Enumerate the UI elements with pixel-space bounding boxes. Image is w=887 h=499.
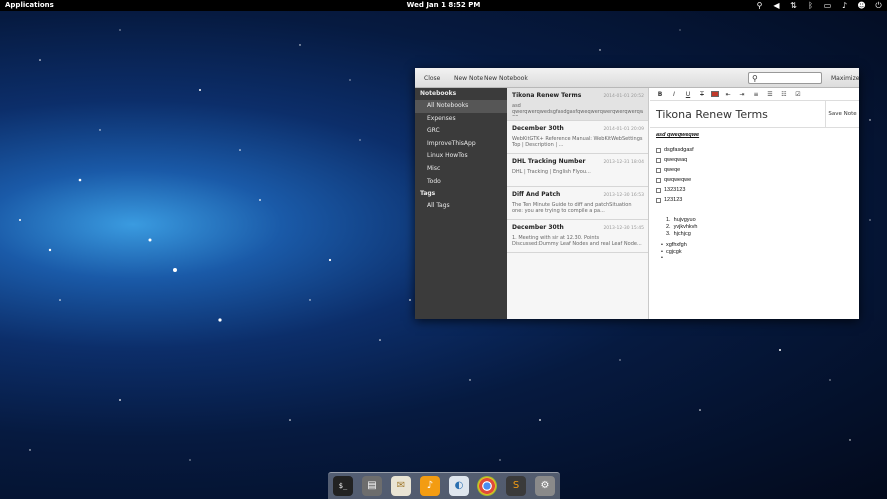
notification-icon[interactable]: ♪ — [840, 1, 849, 10]
note-date: 2014-01-01 20:52 — [603, 94, 644, 99]
battery-icon[interactable]: ▭ — [823, 1, 832, 10]
new-note-button[interactable]: New Note — [454, 75, 483, 82]
underline-button[interactable]: U — [683, 91, 693, 98]
note-body[interactable]: asd qweqweqwe dsgfasdgasf qweqwaq qweqe … — [650, 128, 859, 266]
checkbox[interactable] — [656, 147, 661, 153]
checklist-item: dsgfasdgasf — [656, 145, 853, 155]
checklist-text: 123123 — [664, 197, 683, 203]
chrome-icon[interactable] — [477, 476, 497, 496]
mail-icon[interactable]: ✉ — [391, 476, 411, 496]
maximize-button[interactable]: Maximize — [831, 75, 859, 82]
switchboard-icon[interactable]: ◐ — [449, 476, 469, 496]
ordered-item: 3. hjchjcg — [666, 231, 691, 237]
bullet-item — [661, 255, 853, 262]
note-date: 2013-12-31 18:04 — [603, 160, 644, 165]
note-snippet: The Ten Minute Guide to diff and patchSi… — [512, 202, 632, 214]
save-note-button[interactable]: Save Note — [825, 101, 859, 128]
note-snippet: 1. Meeting with sir at 12.30. Points Dis… — [512, 235, 642, 247]
checkbox[interactable] — [656, 157, 661, 163]
checklist-text: qweqwaq — [664, 157, 688, 163]
text-color-button[interactable] — [711, 91, 719, 97]
checklist-item: qweqe — [656, 165, 853, 175]
align-icon[interactable]: ≡ — [751, 91, 761, 98]
sidebar-item-all-notebooks[interactable]: All Notebooks — [415, 100, 507, 113]
indent-icon[interactable]: ⇥ — [737, 91, 747, 98]
list-item[interactable]: December 30th 2013-12-30 15:45 1. Meetin… — [507, 220, 648, 253]
music-icon[interactable]: ♪ — [420, 476, 440, 496]
strikethrough-button[interactable]: T — [697, 91, 707, 98]
clock[interactable]: Wed Jan 1 8:52 PM — [0, 0, 887, 11]
sidebar-item-todo[interactable]: Todo — [415, 176, 507, 189]
bullet-list-icon[interactable]: ☷ — [779, 91, 789, 98]
sidebar-item-expenses[interactable]: Expenses — [415, 113, 507, 126]
note-heading: asd qweqweqwe — [656, 132, 700, 138]
checklist-item: 1323123 — [656, 185, 853, 195]
volume-icon[interactable]: ◀ — [772, 1, 781, 10]
network-icon[interactable]: ⇅ — [789, 1, 798, 10]
note-date: 2014-01-01 20:09 — [603, 127, 644, 132]
bullet-list: xgfhxfgh cgjcgk — [656, 242, 853, 262]
notes-list: Tikona Renew Terms 2014-01-01 20:52 asd … — [507, 88, 649, 319]
settings-icon[interactable]: ⚙ — [535, 476, 555, 496]
checklist-item: qwqweqwe — [656, 175, 853, 185]
list-item[interactable]: December 30th 2014-01-01 20:09 WebKitGTK… — [507, 121, 648, 154]
checkbox[interactable] — [656, 167, 661, 173]
bold-button[interactable]: B — [655, 91, 665, 98]
checkbox[interactable] — [656, 177, 661, 183]
close-button[interactable]: Close — [424, 75, 440, 82]
note-snippet: WebKitGTK+ Reference Manual: WebKitWebSe… — [512, 136, 643, 148]
checklist-text: qwqweqwe — [664, 177, 692, 183]
checklist-text: 1323123 — [664, 187, 686, 193]
note-date: 2013-12-30 16:53 — [603, 193, 644, 198]
note-date: 2013-12-30 15:45 — [603, 226, 644, 231]
search-icon[interactable]: ⚲ — [755, 1, 764, 10]
terminal-icon[interactable]: $_ — [333, 476, 353, 496]
note-snippet: DHL | Tracking | English Flyou... — [512, 169, 591, 175]
checklist-item: qweqwaq — [656, 155, 853, 165]
note-snippet: asd qwerqwerqwedsgfasdgasfqweqwerqwerqwe… — [512, 103, 643, 116]
sidebar-item-grc[interactable]: GRC — [415, 125, 507, 138]
power-icon[interactable]: ⏻ — [874, 1, 883, 10]
ordered-item: 2. yvjkvhkvh — [666, 224, 698, 230]
notebooks-header: Notebooks — [420, 90, 457, 97]
ordered-item: 1. hujvgyuo — [666, 217, 696, 223]
new-notebook-button[interactable]: New Notebook — [484, 75, 528, 82]
ordered-list: 1. hujvgyuo 2. yvjkvhkvh 3. hjchjcg — [656, 217, 853, 238]
note-title-field[interactable]: Tikona Renew Terms — [656, 108, 768, 121]
sidebar-item-all-tags[interactable]: All Tags — [415, 200, 507, 213]
tags-header: Tags — [420, 190, 436, 198]
files-icon[interactable]: ▤ — [362, 476, 382, 496]
checklist-text: qweqe — [664, 167, 681, 173]
top-panel: Applications Wed Jan 1 8:52 PM ⚲ ◀ ⇅ ᛒ ▭… — [0, 0, 887, 11]
search-icon: ⚲ — [752, 74, 758, 83]
notebooks-sidebar: Notebooks All Notebooks Expenses GRC Imp… — [415, 88, 507, 319]
sublime-icon[interactable]: S — [506, 476, 526, 496]
format-toolbar: B I U T ⇤ ⇥ ≡ ☰ ☷ ☑ — [650, 88, 859, 101]
notes-app-window: Close New Note New Notebook ⚲ Maximize N… — [415, 68, 859, 319]
search-input[interactable]: ⚲ — [748, 72, 822, 84]
checkbox[interactable] — [656, 197, 661, 203]
user-icon[interactable]: ☻ — [857, 1, 866, 10]
list-item[interactable]: DHL Tracking Number 2013-12-31 18:04 DHL… — [507, 154, 648, 187]
sidebar-item-linux-howtos[interactable]: Linux HowTos — [415, 150, 507, 163]
italic-button[interactable]: I — [669, 91, 679, 98]
checklist-icon[interactable]: ☑ — [793, 91, 803, 98]
checkbox[interactable] — [656, 187, 661, 193]
window-toolbar: Close New Note New Notebook ⚲ Maximize — [415, 68, 859, 88]
sidebar-item-misc[interactable]: Misc — [415, 163, 507, 176]
list-item[interactable]: Diff And Patch 2013-12-30 16:53 The Ten … — [507, 187, 648, 220]
ordered-list-icon[interactable]: ☰ — [765, 91, 775, 98]
sidebar-item-improvethisapp[interactable]: ImproveThisApp — [415, 138, 507, 151]
note-editor: B I U T ⇤ ⇥ ≡ ☰ ☷ ☑ Tikona Renew Terms S… — [650, 88, 859, 319]
system-tray: ⚲ ◀ ⇅ ᛒ ▭ ♪ ☻ ⏻ — [755, 1, 883, 10]
bluetooth-icon[interactable]: ᛒ — [806, 1, 815, 10]
list-item[interactable]: Tikona Renew Terms 2014-01-01 20:52 asd … — [507, 88, 648, 121]
checklist-item: 123123 — [656, 195, 853, 205]
outdent-icon[interactable]: ⇤ — [723, 91, 733, 98]
checklist-text: dsgfasdgasf — [664, 147, 694, 153]
note-title-row: Tikona Renew Terms Save Note — [650, 101, 859, 128]
